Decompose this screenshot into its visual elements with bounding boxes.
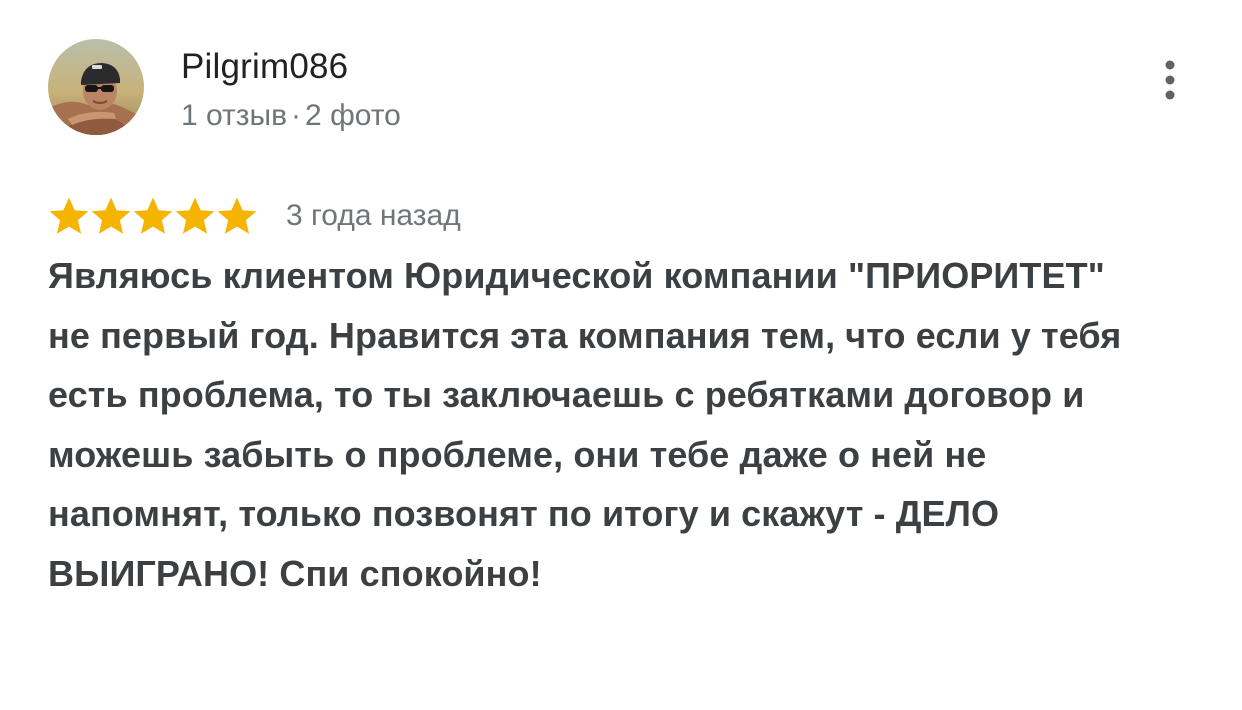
star-icon: [217, 197, 257, 234]
star-icon: [175, 197, 215, 234]
author-meta: 1 отзыв · 2 фото: [181, 98, 401, 134]
reviews-count: 1 отзыв: [181, 99, 288, 132]
rating-row: 3 года назад: [48, 194, 461, 238]
review-date: 3 года назад: [286, 199, 461, 232]
star-icon: [133, 197, 173, 234]
star-icon: [91, 197, 131, 234]
author-avatar[interactable]: [48, 39, 144, 135]
review-text: Являюсь клиентом Юридической компании "П…: [48, 255, 1122, 594]
more-options-button[interactable]: [1150, 52, 1190, 112]
star-rating: [48, 195, 258, 237]
avatar-photo: [48, 39, 144, 135]
more-vertical-icon: [1165, 60, 1175, 100]
meta-separator: ·: [291, 99, 302, 132]
star-icon: [49, 197, 89, 234]
photos-count: 2 фото: [305, 99, 401, 132]
author-name[interactable]: Pilgrim086: [181, 47, 348, 87]
